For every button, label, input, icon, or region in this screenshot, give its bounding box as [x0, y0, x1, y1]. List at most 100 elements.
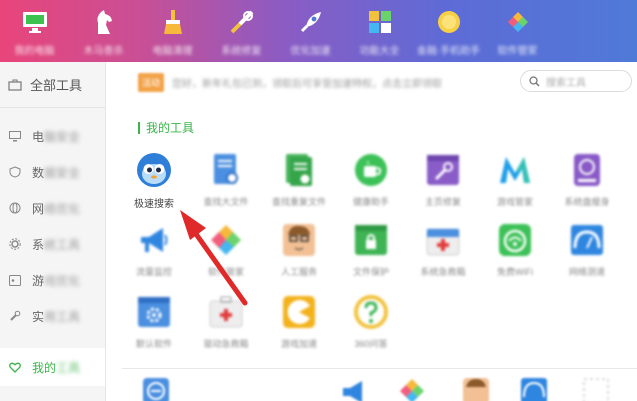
- person-icon[interactable]: [462, 377, 490, 401]
- rocket-icon: [297, 8, 325, 36]
- tool-label: 文件保护: [352, 267, 389, 277]
- tool-find-duplicates[interactable]: 查找重复文件: [264, 152, 334, 208]
- nav-label: 优化加速: [290, 46, 331, 57]
- search-placeholder: 搜索工具: [546, 77, 586, 89]
- sidebar-item-games[interactable]: 游戏优化: [0, 262, 105, 298]
- sidebar-item-system[interactable]: 系统工具: [0, 226, 105, 262]
- tool-label: 网络测速: [568, 267, 605, 277]
- sidebar-item-utilities[interactable]: 实用工具: [0, 298, 105, 334]
- gamepad-icon: [8, 273, 22, 287]
- megaphone-icon[interactable]: [340, 377, 368, 401]
- tool-label: 人工服务: [280, 267, 317, 277]
- tool-label: 主页修复: [424, 197, 461, 207]
- tool-game-booster[interactable]: 游戏加速: [264, 294, 334, 350]
- tool-label: 极速搜索: [134, 199, 174, 210]
- flower-icon[interactable]: [398, 377, 426, 401]
- nav-speedup[interactable]: 优化加速: [276, 0, 345, 62]
- tool-human-service[interactable]: 人工服务: [264, 222, 334, 278]
- section-title: 我的工具: [138, 119, 194, 136]
- sidebar-item-rest: 脑安全: [44, 129, 81, 144]
- broom-icon: [159, 8, 187, 36]
- nav-repair[interactable]: 系统修复: [207, 0, 276, 62]
- nav-label: 功能大全: [359, 46, 400, 57]
- tool-homepage-repair[interactable]: 主页修复: [408, 152, 478, 208]
- monitor-icon: [21, 8, 49, 36]
- sidebar-item-rest: 络优化: [44, 201, 81, 216]
- search-icon: [529, 75, 540, 87]
- tool-label: 游戏管家: [496, 197, 533, 207]
- notice-badge: 活动: [138, 73, 165, 92]
- tool-health-assistant[interactable]: 健康助手: [336, 152, 406, 208]
- nav-cleanup[interactable]: 电脑清理: [138, 0, 207, 62]
- tool-network-speedtest[interactable]: 网络测速: [552, 222, 622, 278]
- section-divider: [122, 368, 637, 369]
- main-content: 活动 您好，新年礼包已到，领取后可享受加速特权，点击立即领取 搜索工具 我的工具…: [106, 62, 637, 401]
- tool-free-wifi[interactable]: 免费WiFi: [480, 222, 550, 278]
- sidebar-item-my-tools[interactable]: 我的工具: [0, 348, 105, 386]
- sidebar-item-prefix: 数: [32, 165, 45, 180]
- tool-file-protection[interactable]: 文件保护: [336, 222, 406, 278]
- lock-folder-icon: [353, 222, 389, 258]
- nav-label: 软件管家: [497, 46, 538, 57]
- sidebar-item-rest: 统工具: [44, 237, 81, 252]
- sidebar-item-pc-security[interactable]: 电脑安全: [0, 118, 105, 154]
- remove-icon[interactable]: [142, 377, 170, 401]
- tool-software-manager[interactable]: 软件管家: [191, 222, 261, 278]
- firstaid-icon: [425, 222, 461, 258]
- nav-finance[interactable]: 金融·手机助手: [414, 0, 483, 62]
- sidebar-item-data-security[interactable]: 数据安全: [0, 154, 105, 190]
- sidebar-item-prefix: 电: [32, 129, 45, 144]
- tool-label: 健康助手: [352, 197, 389, 207]
- tool-label: 系统急救箱: [420, 267, 466, 277]
- search-box[interactable]: 搜索工具: [520, 70, 632, 92]
- nav-software-manager[interactable]: 软件管家: [483, 0, 552, 62]
- tool-find-large-files[interactable]: 查找大文件: [191, 152, 261, 208]
- tool-system-disk[interactable]: 系统盘瘦身: [552, 152, 622, 208]
- tools-icon: [228, 8, 256, 36]
- tool-game-manager[interactable]: 游戏管家: [480, 152, 550, 208]
- notice-banner[interactable]: 活动 您好，新年礼包已到，领取后可享受加速特权，点击立即领取: [138, 73, 442, 92]
- settings-window-icon: [136, 294, 172, 330]
- disk-icon: [569, 152, 605, 188]
- nav-label: 电脑清理: [152, 46, 193, 57]
- flower-icon: [208, 222, 244, 258]
- sidebar-item-prefix: 游: [32, 273, 45, 288]
- tool-label: 360问答: [354, 339, 388, 349]
- repair-icon: [425, 152, 461, 188]
- wrench-icon: [8, 309, 22, 323]
- sidebar-item-network[interactable]: 网络优化: [0, 190, 105, 226]
- tool-system-rescue[interactable]: 系统急救箱: [408, 222, 478, 278]
- tool-360-qa[interactable]: 360问答: [336, 294, 406, 350]
- tool-speed-search[interactable]: 极速搜索: [119, 152, 189, 210]
- file-search-icon: [208, 152, 244, 188]
- speed-search-icon: [136, 152, 172, 188]
- tool-label: 查找大文件: [203, 197, 249, 207]
- shield-icon: [8, 165, 22, 179]
- nav-trojan-scan[interactable]: 木马查杀: [69, 0, 138, 62]
- sidebar-item-prefix: 我的: [32, 360, 57, 375]
- section-title-text: 我的工具: [146, 121, 195, 135]
- nav-my-computer[interactable]: 我的电脑: [0, 0, 69, 62]
- tool-traffic-monitor[interactable]: 流量监控: [119, 222, 189, 278]
- sidebar-item-rest: 用工具: [44, 309, 81, 324]
- sidebar-all-tools[interactable]: 全部工具: [0, 62, 105, 108]
- coin-icon: [435, 8, 463, 36]
- nav-label: 木马查杀: [83, 46, 124, 57]
- tool-label: 默认软件: [135, 339, 172, 349]
- duplicate-file-icon: [281, 152, 317, 188]
- sidebar-item-prefix: 网: [32, 201, 45, 216]
- nav-all-features[interactable]: 功能大全: [345, 0, 414, 62]
- speedometer-icon[interactable]: [520, 377, 548, 401]
- sidebar-item-prefix: 实: [32, 309, 45, 324]
- section-marker: [138, 121, 140, 134]
- medkit-icon: [208, 294, 244, 330]
- sidebar-item-rest: 据安全: [44, 165, 81, 180]
- heart-icon: [8, 360, 22, 374]
- toolbox-icon: [8, 79, 22, 91]
- tool-default-software[interactable]: 默认软件: [119, 294, 189, 350]
- sidebar-all-tools-label: 全部工具: [30, 78, 83, 93]
- sidebar-item-rest: 工具: [56, 360, 81, 375]
- add-placeholder-icon[interactable]: [582, 377, 610, 401]
- tool-driver-rescue[interactable]: 驱动急救箱: [191, 294, 261, 350]
- tool-label: 驱动急救箱: [203, 339, 249, 349]
